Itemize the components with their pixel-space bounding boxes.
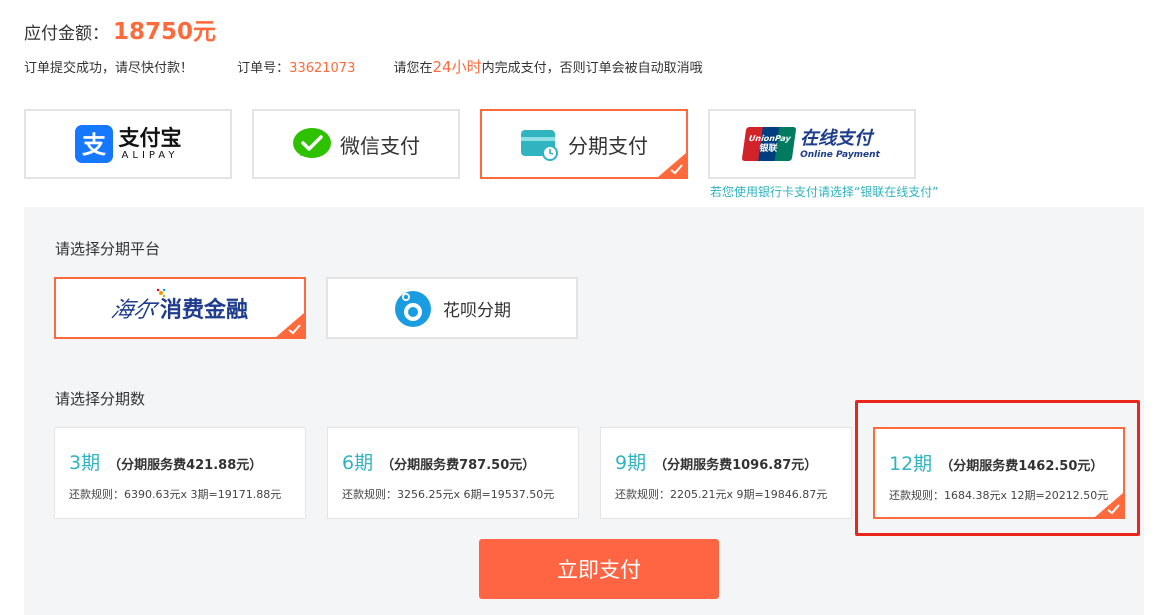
term-rule: 还款规则：6390.63元x 3期=19171.88元	[69, 488, 282, 501]
unionpay-logo-text: UnionPay	[748, 133, 792, 143]
platform-haier[interactable]: 海尔 消费金融	[54, 277, 306, 339]
term-count: 9期	[615, 452, 647, 474]
wechat-icon	[293, 128, 331, 158]
term-head: 9期 （分期服务费1096.87元）	[615, 448, 817, 475]
selection-highlight-box	[855, 400, 1140, 536]
pay-now-button[interactable]: 立即支付	[479, 539, 719, 599]
unionpay-sub: Online Payment	[800, 149, 880, 160]
term-count: 6期	[342, 452, 374, 474]
term-fee: （分期服务费1096.87元）	[654, 458, 818, 473]
alipay-sub: ALIPAY	[121, 150, 179, 161]
huabei-icon	[395, 291, 431, 327]
payment-method-wechat[interactable]: 微信支付	[252, 109, 460, 179]
amount-row: 应付金额： 18750元	[24, 12, 216, 46]
term-fee: （分期服务费421.88元）	[108, 458, 263, 473]
installment-card-icon	[521, 130, 558, 161]
term-head: 3期 （分期服务费421.88元）	[69, 448, 262, 475]
haier-finance-logo: 海尔 消费金融	[108, 288, 249, 324]
success-message: 订单提交成功，请尽快付款！	[24, 61, 194, 76]
term-section-title: 请选择分期数	[55, 390, 146, 408]
amount-label: 应付金额：	[24, 24, 109, 44]
amount-value: 18750元	[113, 19, 217, 45]
order-number-label: 订单号：	[237, 61, 290, 76]
huabei-label: 花呗分期	[443, 300, 511, 321]
installment-label: 分期支付	[568, 133, 648, 158]
alipay-icon: 支	[74, 125, 113, 163]
payment-method-alipay[interactable]: 支 支付宝 ALIPAY	[24, 109, 232, 179]
term-fee: （分期服务费787.50元）	[381, 458, 536, 473]
deadline-hours: 24小时	[432, 58, 482, 76]
selected-check-icon	[658, 153, 686, 177]
unionpay-note: 若您使用银行卡支付请选择“银联在线支付”	[710, 185, 939, 199]
term-rule: 还款规则：2205.21元x 9期=19846.87元	[615, 488, 828, 501]
selected-check-icon	[276, 313, 304, 337]
unionpay-icon: UnionPay 银联	[741, 127, 797, 161]
order-info-row: 订单提交成功，请尽快付款！ 订单号：33621073 请您在24小时内完成支付，…	[24, 56, 703, 76]
deadline-prefix: 请您在	[393, 61, 433, 76]
deadline-suffix: 内完成支付，否则订单会被自动取消哦	[481, 61, 703, 76]
haier-script: 海尔	[108, 298, 159, 323]
platform-huabei[interactable]: 花呗分期	[326, 277, 578, 339]
term-head: 6期 （分期服务费787.50元）	[342, 448, 535, 475]
order-number: 33621073	[289, 61, 356, 76]
payment-method-installment[interactable]: 分期支付	[480, 109, 688, 179]
unionpay-name: 在线支付	[800, 127, 873, 149]
unionpay-wordmark: 在线支付 Online Payment	[800, 128, 880, 161]
term-count: 3期	[69, 452, 101, 474]
svg-text:支: 支	[82, 131, 107, 159]
term-option-6[interactable]: 6期 （分期服务费787.50元） 还款规则：3256.25元x 6期=1953…	[327, 427, 579, 519]
platform-section-title: 请选择分期平台	[55, 240, 161, 258]
term-option-9[interactable]: 9期 （分期服务费1096.87元） 还款规则：2205.21元x 9期=198…	[600, 427, 852, 519]
term-rule: 还款规则：3256.25元x 6期=19537.50元	[342, 488, 555, 501]
wechat-label: 微信支付	[340, 133, 420, 158]
haier-finance-text: 消费金融	[160, 298, 249, 323]
haier-star-icon	[156, 288, 166, 298]
alipay-name: 支付宝	[118, 126, 182, 150]
term-option-3[interactable]: 3期 （分期服务费421.88元） 还款规则：6390.63元x 3期=1917…	[54, 427, 306, 519]
unionpay-logo-sub: 银联	[758, 143, 779, 154]
payment-method-unionpay[interactable]: UnionPay 银联 在线支付 Online Payment	[708, 109, 916, 179]
alipay-wordmark: 支付宝 ALIPAY	[119, 126, 182, 162]
